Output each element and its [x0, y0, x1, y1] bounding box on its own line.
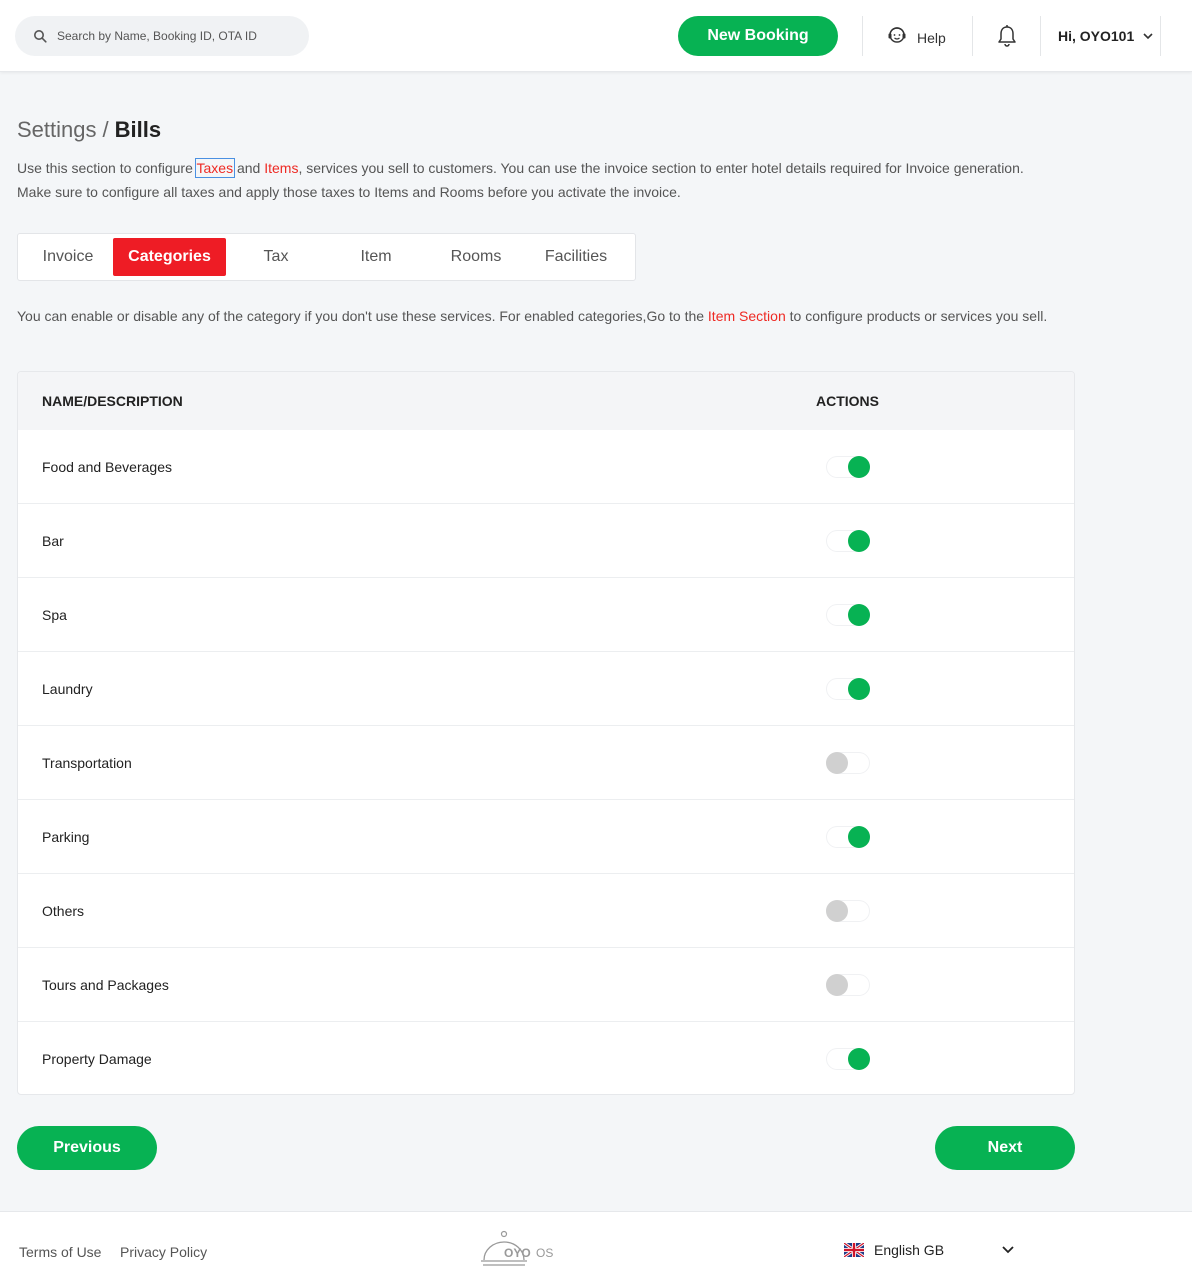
category-name: Food and Beverages: [42, 458, 172, 475]
tab-invoice[interactable]: Invoice: [23, 238, 113, 276]
table-header: NAME/DESCRIPTION ACTIONS: [18, 372, 1074, 430]
category-name: Property Damage: [42, 1051, 152, 1067]
support-agent-icon: [888, 27, 906, 43]
toggle-knob: [848, 529, 870, 552]
categories-intro-part: to configure products or services you se…: [785, 308, 1048, 324]
breadcrumb: Settings / Bills: [17, 117, 161, 143]
language-label: English GB: [874, 1242, 945, 1258]
tab-item[interactable]: Item: [326, 238, 426, 276]
category-name: Others: [42, 902, 85, 919]
category-name: Tours and Packages: [42, 976, 169, 993]
table-body: Food and Beverages Bar Spa Laundry Transport…: [18, 430, 1074, 1094]
next-button[interactable]: Next: [935, 1126, 1075, 1170]
footer: Terms of Use Privacy Policy OYO OS Engli…: [0, 1211, 1192, 1288]
new-booking-button[interactable]: New Booking: [678, 16, 838, 56]
language-selector[interactable]: English GB: [844, 1242, 944, 1258]
table-row: Spa: [18, 578, 1074, 652]
table-row: Tours and Packages: [18, 948, 1074, 1022]
categories-intro-part: You can enable or disable any of the cat…: [17, 308, 708, 324]
user-menu[interactable]: Hi, OYO101: [1058, 28, 1154, 44]
divider: [1040, 16, 1041, 56]
category-toggle[interactable]: [826, 899, 870, 922]
category-toggle[interactable]: [826, 603, 870, 626]
divider: [972, 16, 973, 56]
chevron-down-icon[interactable]: [1000, 1242, 1016, 1258]
column-header-actions: ACTIONS: [816, 393, 879, 409]
tab-facilities[interactable]: Facilities: [526, 238, 626, 276]
page-title: Bills: [114, 117, 162, 142]
table-row: Others: [18, 874, 1074, 948]
divider: [1160, 16, 1161, 56]
category-name: Bar: [42, 532, 64, 549]
category-toggle[interactable]: [826, 1048, 870, 1070]
breadcrumb-separator: /: [102, 117, 109, 142]
user-greeting: Hi, OYO101: [1058, 28, 1135, 44]
toggle-knob: [848, 1048, 870, 1070]
tab-rooms[interactable]: Rooms: [426, 238, 526, 276]
taxes-link[interactable]: Taxes: [194, 158, 236, 178]
category-toggle[interactable]: [826, 455, 870, 478]
terms-link[interactable]: Terms of Use: [19, 1244, 101, 1260]
privacy-link[interactable]: Privacy Policy: [120, 1244, 207, 1260]
toggle-knob: [826, 899, 848, 922]
settings-tabs: Invoice Categories Tax Item Rooms Facili…: [17, 233, 636, 281]
search-input[interactable]: [57, 29, 297, 43]
toggle-knob: [848, 825, 870, 848]
chevron-down-icon: [1143, 33, 1153, 40]
category-name: Transportation: [42, 754, 132, 771]
table-row: Property Damage: [18, 1022, 1074, 1094]
item-section-link[interactable]: Item Section: [708, 308, 786, 324]
divider: [862, 16, 863, 56]
search-icon: [34, 30, 47, 43]
toggle-knob: [848, 677, 870, 700]
previous-button[interactable]: Previous: [17, 1126, 157, 1170]
toggle-knob: [848, 455, 870, 478]
intro-text: Use this section to configure Taxes and …: [17, 156, 1027, 204]
table-row: Parking: [18, 800, 1074, 874]
category-toggle[interactable]: [826, 677, 870, 700]
categories-table: NAME/DESCRIPTION ACTIONS Food and Bevera…: [17, 371, 1075, 1095]
oyo-os-logo: OYO OS: [481, 1230, 553, 1266]
search-box[interactable]: [15, 16, 309, 56]
table-row: Bar: [18, 504, 1074, 578]
category-name: Spa: [42, 606, 67, 623]
toggle-knob: [826, 973, 848, 996]
intro-text-part: Use this section to configure: [17, 160, 197, 176]
category-toggle[interactable]: [826, 751, 870, 774]
tab-categories[interactable]: Categories: [113, 238, 226, 276]
category-toggle[interactable]: [826, 825, 870, 848]
toggle-knob: [848, 603, 870, 626]
intro-text-part: and: [233, 160, 265, 176]
category-toggle[interactable]: [826, 529, 870, 552]
table-row: Food and Beverages: [18, 430, 1074, 504]
svg-text:OS: OS: [536, 1246, 553, 1260]
categories-intro: You can enable or disable any of the cat…: [17, 304, 1067, 328]
column-header-name: NAME/DESCRIPTION: [42, 393, 183, 409]
items-link[interactable]: Items: [264, 160, 298, 176]
category-name: Parking: [42, 828, 90, 845]
tab-tax[interactable]: Tax: [226, 238, 326, 276]
toggle-knob: [826, 751, 848, 774]
help-button[interactable]: Help: [886, 24, 946, 46]
bell-icon[interactable]: [996, 24, 1018, 48]
category-name: Laundry: [42, 680, 93, 697]
table-row: Transportation: [18, 726, 1074, 800]
table-row: Laundry: [18, 652, 1074, 726]
help-label: Help: [917, 30, 946, 46]
breadcrumb-settings[interactable]: Settings: [17, 117, 97, 142]
svg-text:OYO: OYO: [504, 1246, 531, 1260]
uk-flag-icon: [844, 1243, 864, 1257]
top-bar: New Booking Help Hi, OYO101: [0, 0, 1192, 72]
category-toggle[interactable]: [826, 973, 870, 996]
